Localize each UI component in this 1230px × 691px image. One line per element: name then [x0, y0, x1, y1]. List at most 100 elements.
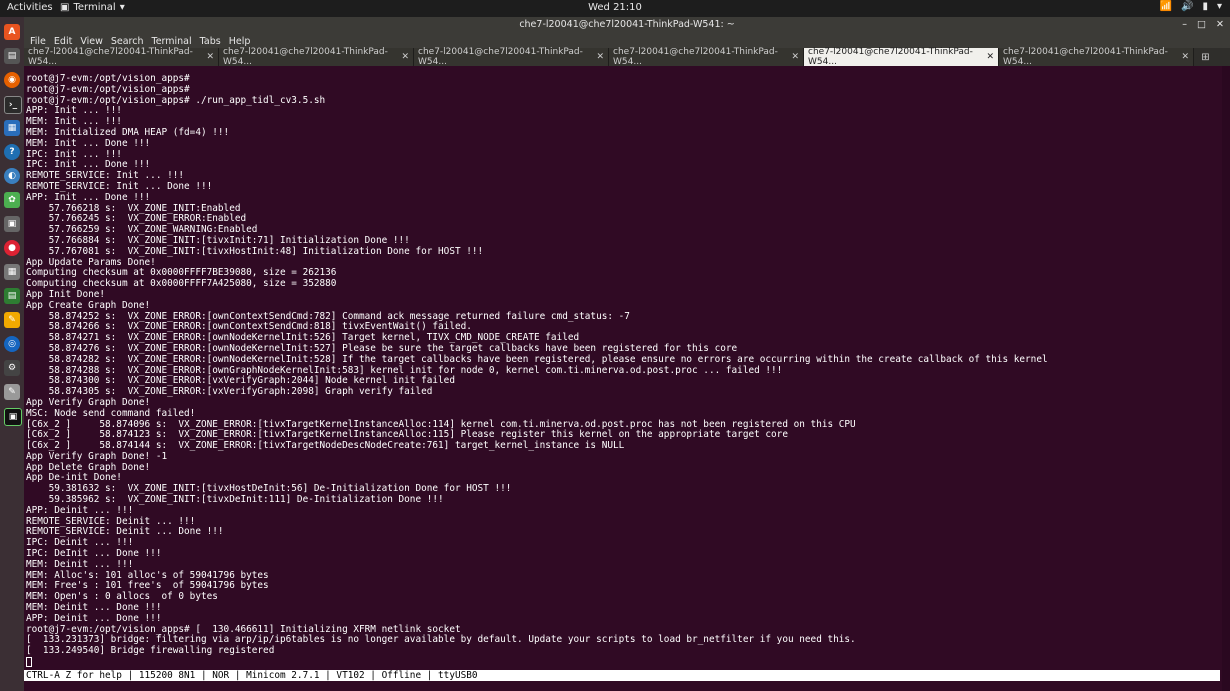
terminal-line: APP: Init ... !!!: [26, 105, 122, 117]
close-icon[interactable]: ✕: [596, 52, 604, 62]
minimize-icon[interactable]: –: [1182, 19, 1187, 30]
terminal-line: 57.766218 s: VX_ZONE_INIT:Enabled: [26, 202, 241, 214]
terminal-line: 59.385962 s: VX_ZONE_INIT:[tivxDeInit:11…: [26, 494, 444, 506]
close-icon[interactable]: ✕: [791, 52, 799, 62]
menu-help[interactable]: Help: [229, 36, 251, 47]
terminal-line: MEM: Init ... !!!: [26, 116, 122, 128]
terminal-line: Computing checksum at 0x0000FFFF7A425080…: [26, 278, 337, 290]
close-icon[interactable]: ✕: [1181, 52, 1189, 62]
terminal-line: MEM: Deinit ... !!!: [26, 558, 134, 570]
terminal-line: APP: Deinit ... !!!: [26, 504, 134, 516]
terminal-line: MSC: Node send command failed!: [26, 407, 196, 419]
volume-icon: 🔊: [1181, 1, 1194, 12]
terminal-line: 57.766245 s: VX_ZONE_ERROR:Enabled: [26, 213, 247, 225]
terminal-line: MEM: Open's : 0 allocs of 0 bytes: [26, 591, 218, 603]
terminal-line: root@j7-evm:/opt/vision_apps#: [26, 83, 190, 95]
terminal-output[interactable]: root@j7-evm:/opt/vision_apps# root@j7-ev…: [26, 74, 1224, 670]
terminal-tab[interactable]: che7-l20041@che7l20041-ThinkPad-W54... ✕: [219, 47, 414, 67]
chevron-down-icon: ▾: [119, 2, 125, 13]
system-monitor-icon[interactable]: ▣: [4, 408, 22, 426]
menu-tabs[interactable]: Tabs: [200, 36, 221, 47]
terminal-icon[interactable]: ›_: [4, 96, 22, 114]
terminal-line: 57.766884 s: VX_ZONE_INIT:[tivxInit:71] …: [26, 234, 410, 246]
terminal-tab[interactable]: che7-l20041@che7l20041-ThinkPad-W54... ✕: [414, 47, 609, 67]
app-icon[interactable]: ●: [4, 240, 20, 256]
terminal-line: [C6x_2 ] 58.874096 s: VX_ZONE_ERROR:[tiv…: [26, 418, 856, 430]
terminal-line: IPC: Init ... !!!: [26, 148, 122, 160]
terminal-line: MEM: Initialized DMA HEAP (fd=4) !!!: [26, 126, 230, 138]
app-icon[interactable]: ✿: [4, 192, 20, 208]
terminal-line: App Verify Graph Done! -1: [26, 450, 168, 462]
terminal-line: MEM: Deinit ... Done !!!: [26, 602, 162, 614]
firefox-icon[interactable]: ◉: [4, 72, 20, 88]
maximize-icon[interactable]: □: [1197, 19, 1206, 30]
terminal-line: App Update Params Done!: [26, 256, 156, 268]
chevron-down-icon: ▾: [1216, 1, 1222, 12]
terminal-line: REMOTE_SERVICE: Deinit ... Done !!!: [26, 526, 224, 538]
menu-bar: File Edit View Search Terminal Tabs Help: [24, 34, 1230, 48]
terminal-line: 57.767081 s: VX_ZONE_INIT:[tivxHostInit:…: [26, 245, 484, 257]
top-bar: Activities ▣ Terminal ▾ Wed 21:10 📶 🔊 ▮ …: [0, 0, 1230, 17]
menu-terminal[interactable]: Terminal: [152, 36, 192, 47]
tab-label: che7-l20041@che7l20041-ThinkPad-W54...: [418, 47, 583, 67]
minicom-status-line: CTRL-A Z for help | 115200 8N1 | NOR | M…: [24, 670, 1220, 681]
terminal-line: App Delete Graph Done!: [26, 461, 151, 473]
new-tab-icon[interactable]: ⊞: [1194, 48, 1217, 66]
close-icon[interactable]: ✕: [401, 52, 409, 62]
tab-label: che7-l20041@che7l20041-ThinkPad-W54...: [808, 47, 973, 67]
terminal-line: [ 133.231373] bridge: filtering via arp/…: [26, 634, 856, 646]
document-viewer-icon[interactable]: ▦: [4, 120, 20, 136]
ubuntu-software-icon[interactable]: A: [4, 24, 20, 40]
help-icon[interactable]: ?: [4, 144, 20, 160]
dock: A ▤ ◉ ›_ ▦ ? ◐ ✿ ▣ ● ▦ ▤ ✎ ◎ ⚙ ✎ ▣: [0, 17, 24, 691]
battery-icon: ▮: [1202, 1, 1208, 12]
terminal-line: [C6x_2 ] 58.874123 s: VX_ZONE_ERROR:[tiv…: [26, 429, 788, 441]
terminal-tab[interactable]: che7-l20041@che7l20041-ThinkPad-W54... ✕: [999, 47, 1194, 67]
terminal-line: 58.874271 s: VX_ZONE_ERROR:[ownNodeKerne…: [26, 332, 580, 344]
terminal-line: root@j7-evm:/opt/vision_apps# ./run_app_…: [26, 94, 326, 106]
files-icon[interactable]: ▤: [4, 48, 20, 64]
settings-icon[interactable]: ⚙: [4, 360, 20, 376]
menu-view[interactable]: View: [80, 36, 103, 47]
close-icon[interactable]: ✕: [986, 52, 994, 62]
window-controls: – □ ✕: [1182, 19, 1224, 30]
spreadsheet-icon[interactable]: ▤: [4, 288, 20, 304]
clock[interactable]: Wed 21:10: [0, 2, 1230, 13]
menu-edit[interactable]: Edit: [54, 36, 72, 47]
scrollbar[interactable]: [1222, 66, 1230, 691]
terminal-line: root@j7-evm:/opt/vision_apps#: [26, 74, 190, 84]
menu-search[interactable]: Search: [111, 36, 144, 47]
close-icon[interactable]: ✕: [1216, 19, 1224, 30]
menu-file[interactable]: File: [30, 36, 46, 47]
system-tray[interactable]: 📶 🔊 ▮ ▾: [1160, 1, 1222, 12]
terminal-line: App Init Done!: [26, 288, 106, 300]
notes-icon[interactable]: ✎: [4, 384, 20, 400]
terminal-line: 58.874300 s: VX_ZONE_ERROR:[vxVerifyGrap…: [26, 375, 455, 387]
terminal-line: [ 133.249540] Bridge firewalling registe…: [26, 645, 275, 657]
terminal-line: MEM: Alloc's: 101 alloc's of 59041796 by…: [26, 569, 269, 581]
terminal-line: IPC: DeInit ... Done !!!: [26, 548, 162, 560]
activities-button[interactable]: Activities: [7, 2, 53, 13]
tab-label: che7-l20041@che7l20041-ThinkPad-W54...: [28, 47, 193, 67]
terminal-tab-active[interactable]: che7-l20041@che7l20041-ThinkPad-W54... ✕: [804, 47, 999, 67]
tab-label: che7-l20041@che7l20041-ThinkPad-W54...: [613, 47, 778, 67]
close-icon[interactable]: ✕: [206, 52, 214, 62]
tab-label: che7-l20041@che7l20041-ThinkPad-W54...: [223, 47, 388, 67]
app-menu-button[interactable]: ▣ Terminal ▾: [60, 2, 125, 13]
browser-icon[interactable]: ◐: [4, 168, 20, 184]
chrome-icon[interactable]: ◎: [4, 336, 20, 352]
terminal-line: Computing checksum at 0x0000FFFF7BE39080…: [26, 267, 337, 279]
terminal-line: 57.766259 s: VX_ZONE_WARNING:Enabled: [26, 224, 258, 236]
terminal-tab[interactable]: che7-l20041@che7l20041-ThinkPad-W54... ✕: [609, 47, 804, 67]
terminal-tab[interactable]: che7-l20041@che7l20041-ThinkPad-W54... ✕: [24, 47, 219, 67]
terminal-line: App Verify Graph Done!: [26, 396, 151, 408]
calculator-icon[interactable]: ▦: [4, 264, 20, 280]
terminal-line: 58.874288 s: VX_ZONE_ERROR:[ownGraphNode…: [26, 364, 783, 376]
window-titlebar[interactable]: che7-l20041@che7l20041-ThinkPad-W541: ~ …: [24, 17, 1230, 34]
terminal-line: 58.874266 s: VX_ZONE_ERROR:[ownContextSe…: [26, 321, 472, 333]
terminal-line: [C6x_2 ] 58.874144 s: VX_ZONE_ERROR:[tiv…: [26, 440, 625, 452]
terminal-line: root@j7-evm:/opt/vision_apps# [ 130.4666…: [26, 623, 461, 635]
text-editor-icon[interactable]: ✎: [4, 312, 20, 328]
terminal-line: IPC: Deinit ... !!!: [26, 537, 134, 549]
usb-device-icon[interactable]: ▣: [4, 216, 20, 232]
